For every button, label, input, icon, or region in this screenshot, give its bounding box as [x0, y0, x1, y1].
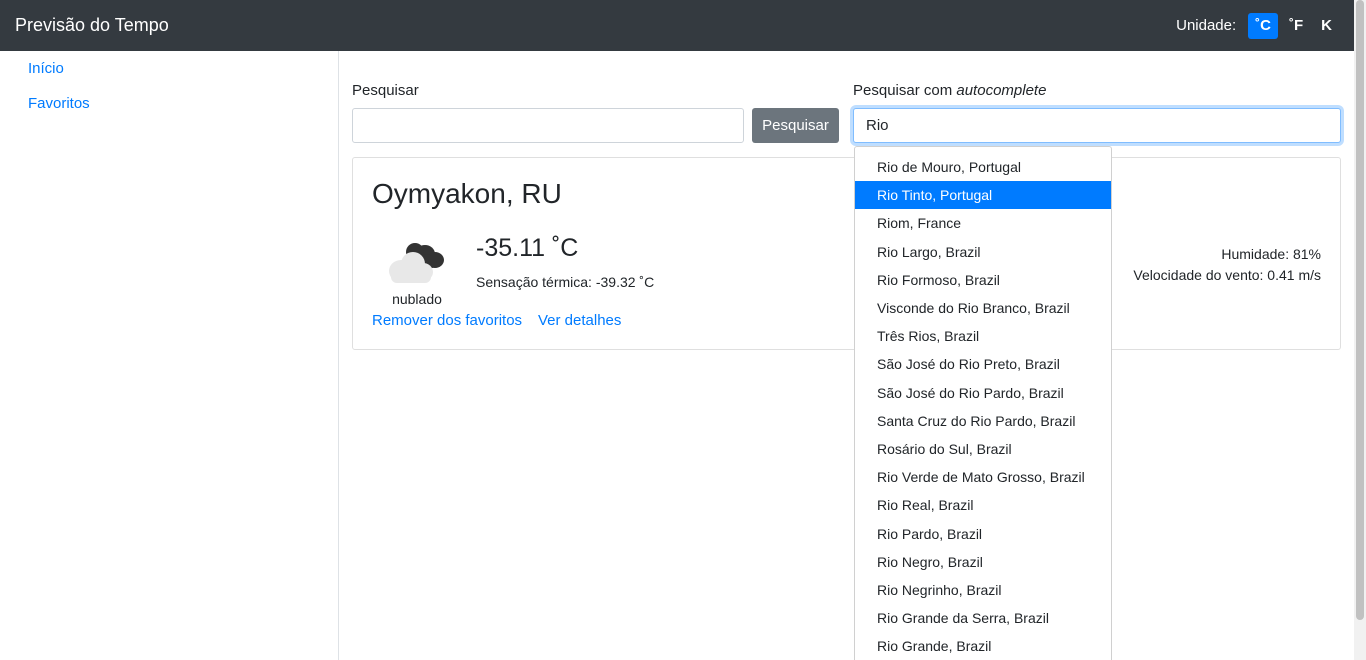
feels-like: Sensação térmica: -39.32 ˚C	[476, 274, 655, 290]
unit-fahrenheit-button[interactable]: ˚F	[1282, 13, 1310, 39]
autocomplete-label-emph: autocomplete	[956, 82, 1047, 99]
autocomplete-suggestion[interactable]: São José do Rio Pardo, Brazil	[855, 379, 1111, 407]
autocomplete-suggestion[interactable]: Riom, France	[855, 209, 1111, 237]
details-link[interactable]: Ver detalhes	[538, 312, 621, 329]
unit-celsius-button[interactable]: ˚C	[1248, 12, 1278, 39]
wind-speed: Velocidade do vento: 0.41 m/s	[1133, 267, 1321, 283]
autocomplete-label-text: Pesquisar com	[853, 82, 957, 99]
autocomplete-input[interactable]: Rio	[853, 108, 1341, 143]
cloud-icon	[389, 243, 444, 283]
search-label: Pesquisar	[352, 82, 419, 99]
autocomplete-suggestion[interactable]: Rio Negro, Brazil	[855, 548, 1111, 576]
sidebar-item-favoritos[interactable]: Favoritos	[0, 94, 338, 129]
autocomplete-suggestion[interactable]: Rio de Mouro, Portugal	[855, 153, 1111, 181]
condition-label: nublado	[392, 291, 442, 307]
app-brand[interactable]: Previsão do Tempo	[15, 15, 169, 36]
autocomplete-suggestion[interactable]: Rio Real, Brazil	[855, 491, 1111, 519]
scrollbar[interactable]	[1354, 0, 1366, 660]
unit-selector: Unidade: ˚C ˚F K	[1176, 12, 1339, 39]
sidebar-item-inicio[interactable]: Início	[0, 59, 338, 94]
search-button[interactable]: Pesquisar	[752, 108, 839, 143]
autocomplete-suggestion[interactable]: Santa Cruz do Rio Pardo, Brazil	[855, 407, 1111, 435]
weather-card: Oymyakon, RU nublado -35.11 ˚C Sensação …	[352, 157, 1341, 350]
autocomplete-suggestion[interactable]: Rio Largo, Brazil	[855, 238, 1111, 266]
autocomplete-label: Pesquisar com autocomplete	[853, 82, 1046, 99]
city-title: Oymyakon, RU	[372, 178, 562, 209]
search-input[interactable]	[352, 108, 744, 143]
autocomplete-suggestion[interactable]: Rio Verde de Mato Grosso, Brazil	[855, 463, 1111, 491]
autocomplete-suggestion[interactable]: Rio Formoso, Brazil	[855, 266, 1111, 294]
autocomplete-suggestion[interactable]: São José do Rio Preto, Brazil	[855, 350, 1111, 378]
autocomplete-suggestion[interactable]: Visconde do Rio Branco, Brazil	[855, 294, 1111, 322]
humidity: Humidade: 81%	[1221, 246, 1321, 262]
unit-label: Unidade:	[1176, 17, 1237, 34]
top-navbar: Previsão do Tempo Unidade: ˚C ˚F K	[0, 0, 1354, 51]
remove-favorite-link[interactable]: Remover dos favoritos	[372, 312, 522, 329]
autocomplete-suggestion[interactable]: Rio Tinto, Portugal	[855, 181, 1111, 210]
weather-extra-info: Humidade: 81% Velocidade do vento: 0.41 …	[1133, 244, 1321, 286]
autocomplete-suggestion[interactable]: Rio Pardo, Brazil	[855, 519, 1111, 547]
autocomplete-suggestion[interactable]: Rio Grande, Brazil	[855, 632, 1111, 660]
unit-kelvin-button[interactable]: K	[1314, 13, 1339, 39]
autocomplete-suggestion[interactable]: Três Rios, Brazil	[855, 322, 1111, 350]
autocomplete-suggestion[interactable]: Rosário do Sul, Brazil	[855, 435, 1111, 463]
autocomplete-dropdown: Rio de Mouro, Portugal Rio Tinto, Portuga…	[854, 146, 1112, 660]
autocomplete-suggestion[interactable]: Rio Negrinho, Brazil	[855, 576, 1111, 604]
temperature: -35.11 ˚C	[476, 234, 579, 262]
scrollbar-thumb[interactable]	[1356, 0, 1364, 620]
sidebar: Início Favoritos	[0, 51, 339, 660]
autocomplete-suggestion[interactable]: Rio Grande da Serra, Brazil	[855, 604, 1111, 632]
